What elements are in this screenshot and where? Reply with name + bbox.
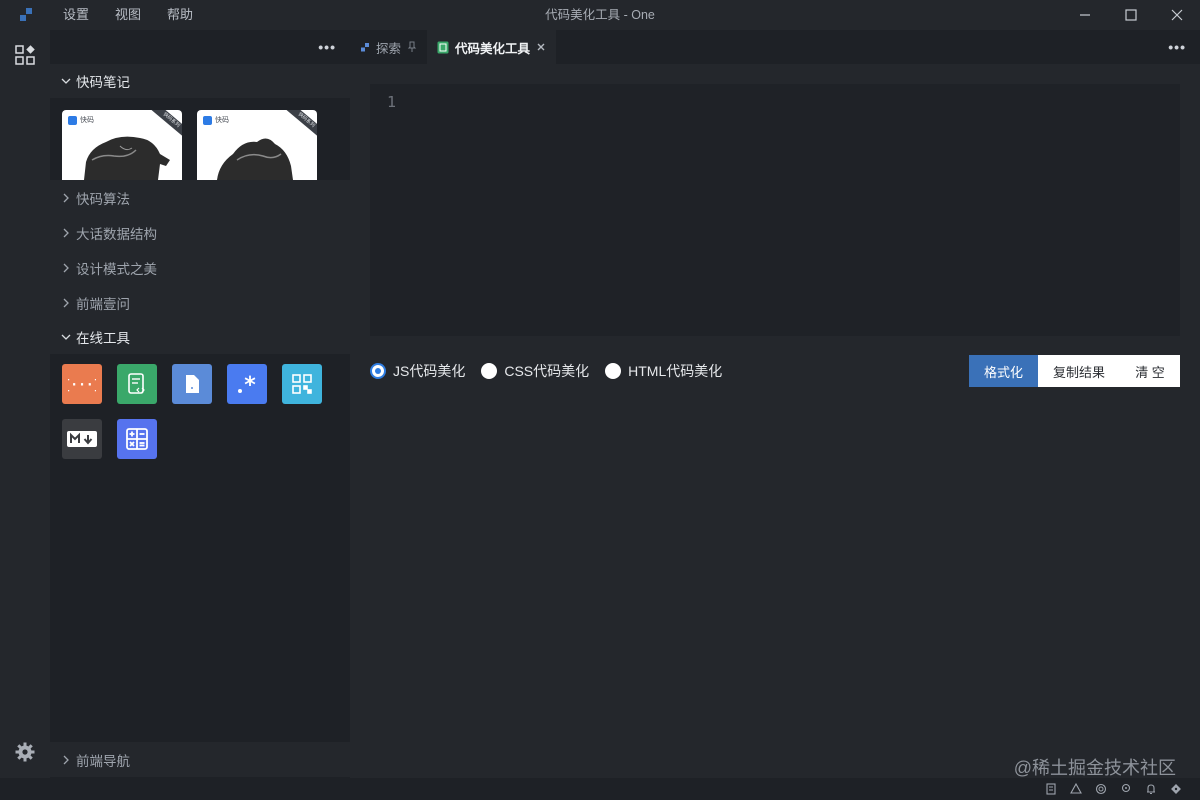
chevron-right-icon: [60, 297, 74, 309]
more-icon[interactable]: •••: [1168, 39, 1186, 55]
gear-icon[interactable]: [13, 740, 37, 764]
note-card[interactable]: 快码 快码系列: [62, 110, 182, 180]
menu-view[interactable]: 视图: [102, 0, 154, 30]
tab-label: 代码美化工具: [455, 41, 531, 56]
section-data-structures[interactable]: 大话数据结构: [50, 215, 350, 250]
git-icon[interactable]: [1170, 783, 1182, 795]
rhino-illustration: [84, 136, 170, 180]
tools-panel: {···} *: [50, 354, 350, 742]
section-design-patterns[interactable]: 设计模式之美: [50, 250, 350, 285]
radio-label: HTML代码美化: [628, 363, 723, 379]
menu-bar: 设置 视图 帮助: [50, 0, 206, 30]
radio-label: CSS代码美化: [504, 363, 590, 379]
maximize-button[interactable]: [1108, 0, 1154, 30]
watermark: @稀土掘金技术社区: [1013, 758, 1176, 778]
section-label: 前端壹问: [76, 296, 130, 312]
qr-code-icon[interactable]: [282, 364, 322, 404]
animal-illustration: [217, 138, 293, 180]
notes-cards: 快码 快码系列 快码 快码系列: [50, 98, 350, 180]
calculator-icon[interactable]: [117, 419, 157, 459]
location-icon[interactable]: [1120, 783, 1132, 795]
close-icon: [1171, 9, 1183, 21]
tab-explore[interactable]: 探索: [350, 30, 427, 64]
chevron-right-icon: [60, 192, 74, 204]
app-logo-icon: [361, 42, 369, 51]
title-bar: 设置 视图 帮助 代码美化工具 - One: [0, 0, 1200, 30]
radio-unchecked-icon: [481, 363, 498, 379]
close-icon[interactable]: [536, 42, 546, 52]
tab-label: 探索: [376, 41, 402, 56]
bell-icon[interactable]: [1145, 783, 1157, 795]
section-frontend-nav[interactable]: 前端导航: [50, 742, 350, 777]
document-icon[interactable]: [172, 364, 212, 404]
chevron-down-icon: [60, 75, 74, 87]
svg-text:{···}: {···}: [68, 378, 96, 393]
regex-icon[interactable]: *: [227, 364, 267, 404]
menu-settings[interactable]: 设置: [50, 0, 102, 30]
radio-checked-icon: [370, 363, 386, 379]
copy-result-button[interactable]: 复制结果: [1038, 355, 1120, 387]
status-bar: [0, 778, 1200, 800]
radio-css[interactable]: CSS代码美化: [481, 361, 589, 381]
radio-html[interactable]: HTML代码美化: [605, 361, 722, 381]
triangle-icon[interactable]: [1070, 783, 1082, 795]
apps-icon[interactable]: [13, 43, 37, 67]
radio-unchecked-icon: [605, 363, 622, 379]
svg-text:*: *: [244, 373, 256, 396]
radio-js[interactable]: JS代码美化: [370, 361, 465, 381]
section-kuaima-notes[interactable]: 快码笔记: [50, 64, 350, 98]
section-frontend-qa[interactable]: 前端壹问: [50, 285, 350, 320]
note-card[interactable]: 快码 快码系列: [197, 110, 317, 180]
radio-label: JS代码美化: [393, 363, 466, 379]
sidebar: ••• 快码笔记 快码 快码系列 快码 快码系列 快码算法 大话数据结构 设计模…: [50, 30, 350, 778]
menu-help[interactable]: 帮助: [154, 0, 206, 30]
code-file-icon: [437, 41, 449, 53]
section-label: 设计模式之美: [76, 261, 157, 277]
minimize-icon: [1080, 14, 1090, 16]
clear-button[interactable]: 清 空: [1120, 355, 1180, 387]
beautify-options: JS代码美化 CSS代码美化 HTML代码美化 格式化 复制结果 清 空: [370, 355, 1180, 387]
more-icon[interactable]: •••: [318, 39, 336, 55]
maximize-icon: [1125, 9, 1137, 21]
section-label: 快码笔记: [76, 75, 130, 90]
pin-icon[interactable]: [407, 41, 417, 53]
chevron-right-icon: [60, 754, 74, 766]
chevron-down-icon: [60, 331, 74, 343]
section-kuaima-algorithm[interactable]: 快码算法: [50, 180, 350, 215]
section-online-tools[interactable]: 在线工具: [50, 320, 350, 354]
code-editor[interactable]: 1: [370, 84, 1180, 336]
section-label: 快码算法: [76, 191, 130, 207]
chevron-right-icon: [60, 227, 74, 239]
circle-icon[interactable]: [1095, 783, 1107, 795]
chevron-right-icon: [60, 262, 74, 274]
sidebar-header: •••: [50, 30, 350, 64]
tab-code-beautifier[interactable]: 代码美化工具: [427, 30, 558, 64]
line-number: 1: [387, 93, 397, 111]
section-label: 大话数据结构: [76, 226, 157, 242]
section-label: 在线工具: [76, 331, 130, 346]
markdown-icon[interactable]: [62, 419, 102, 459]
format-button[interactable]: 格式化: [969, 355, 1038, 387]
activity-bar: [0, 30, 50, 778]
app-logo-icon: [0, 0, 50, 30]
json-braces-icon[interactable]: {···}: [62, 364, 102, 404]
tab-bar: 探索 代码美化工具 •••: [350, 30, 1200, 64]
close-button[interactable]: [1154, 0, 1200, 30]
minimize-button[interactable]: [1062, 0, 1108, 30]
notebook-icon[interactable]: [1045, 783, 1057, 795]
code-file-icon[interactable]: [117, 364, 157, 404]
action-buttons: 格式化 复制结果 清 空: [969, 355, 1180, 387]
section-label: 前端导航: [76, 753, 130, 769]
